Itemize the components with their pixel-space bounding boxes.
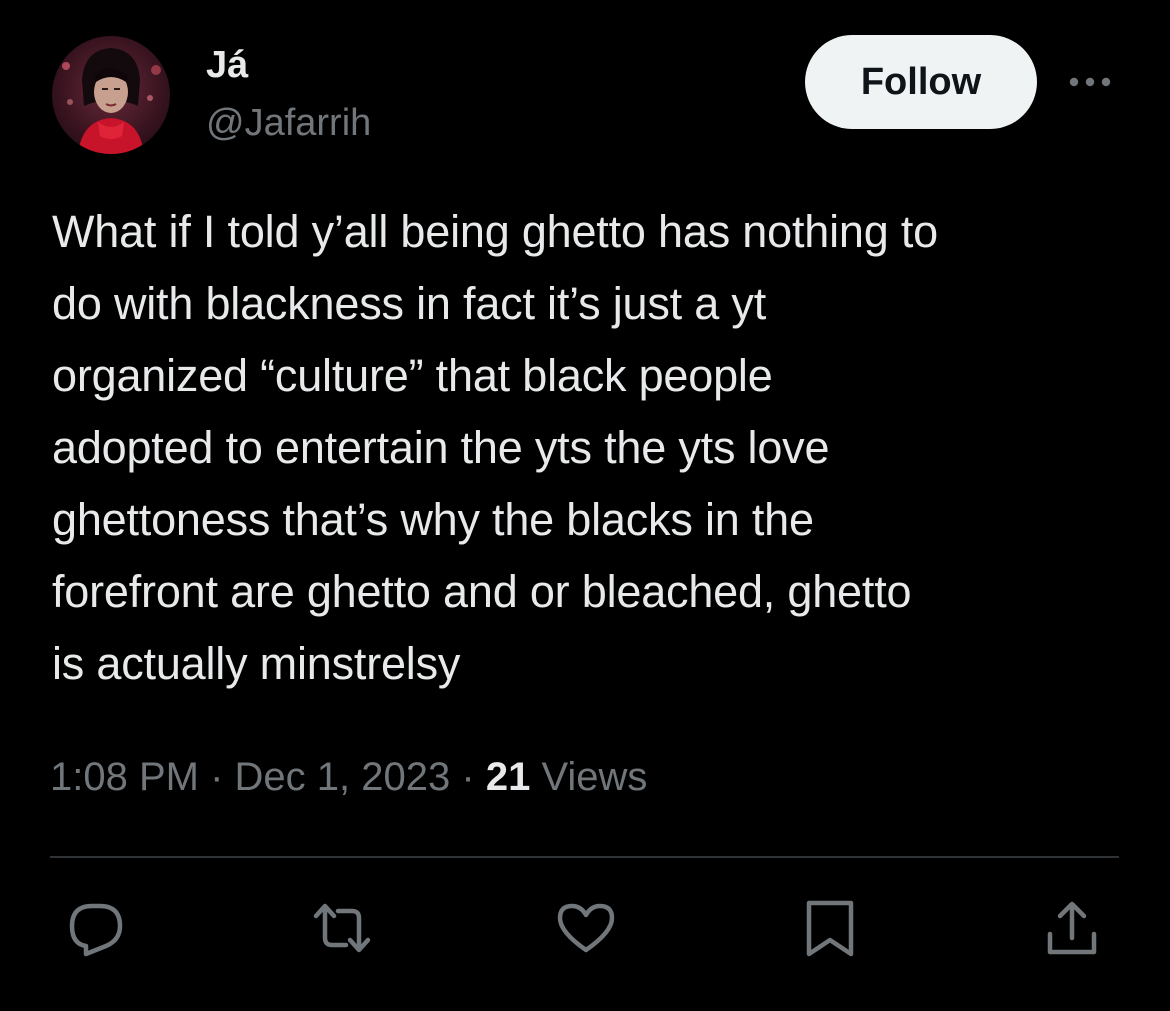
reply-button[interactable] (66, 898, 126, 958)
share-button[interactable] (1042, 898, 1102, 958)
tweet-date[interactable]: Dec 1, 2023 (235, 755, 451, 799)
views-count[interactable]: 21 (486, 755, 531, 799)
share-icon (1047, 901, 1097, 955)
divider (50, 856, 1119, 858)
bookmark-button[interactable] (800, 898, 860, 958)
like-icon (557, 903, 615, 953)
meta-separator: · (461, 755, 475, 799)
tweet-time[interactable]: 1:08 PM (50, 755, 199, 799)
views-label[interactable]: Views (541, 755, 647, 799)
follow-button[interactable]: Follow (805, 35, 1037, 129)
retweet-button[interactable] (312, 898, 372, 958)
author-display-name[interactable]: Já (206, 42, 248, 88)
tweet-metadata: 1:08 PM · Dec 1, 2023 · 21 Views (50, 752, 647, 802)
retweet-icon (313, 903, 371, 953)
reply-icon (69, 903, 123, 957)
like-button[interactable] (556, 898, 616, 958)
tweet-text: What if I told y’all being ghetto has no… (52, 206, 938, 689)
avatar[interactable] (52, 36, 170, 154)
more-options-icon[interactable] (1066, 70, 1114, 94)
author-handle[interactable]: @Jafarrih (206, 100, 371, 146)
meta-separator: · (210, 755, 224, 799)
avatar-image (52, 36, 170, 154)
bookmark-icon (806, 900, 854, 957)
